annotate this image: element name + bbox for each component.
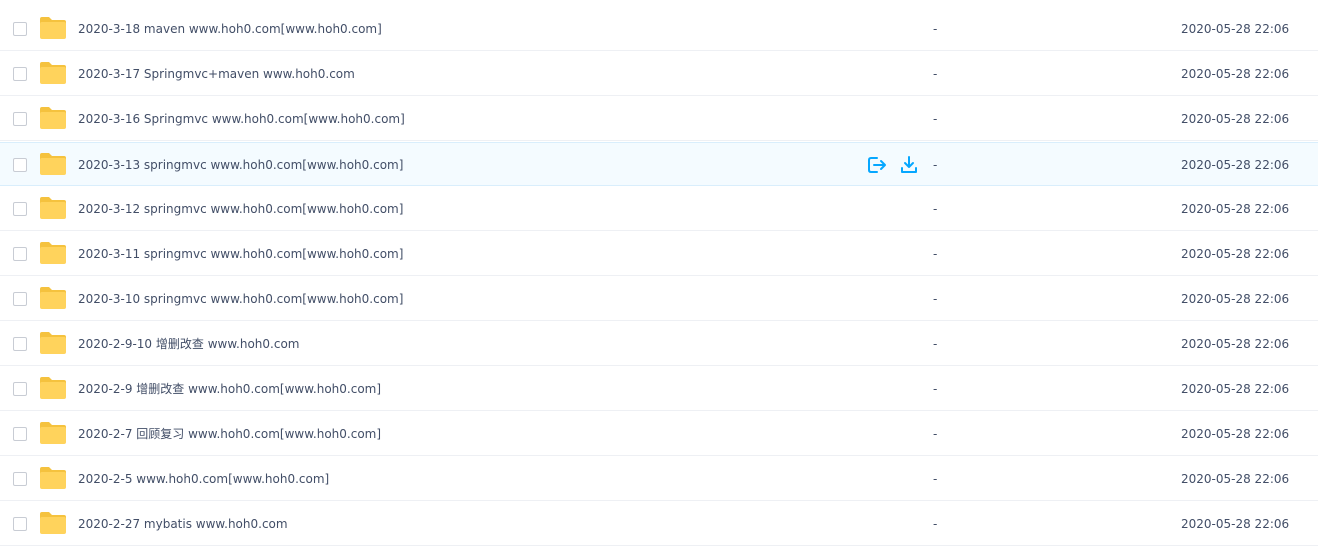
modified-date: 2020-05-28 22:06 — [1181, 292, 1290, 306]
modified-date: 2020-05-28 22:06 — [1181, 247, 1290, 261]
file-name[interactable]: 2020-2-9 增删改查 www.hoh0.com[www.hoh0.com] — [78, 367, 381, 411]
folder-icon — [40, 153, 66, 175]
row-checkbox[interactable] — [13, 202, 27, 216]
row-checkbox[interactable] — [13, 158, 27, 172]
file-size: - — [933, 472, 938, 486]
folder-icon — [40, 377, 66, 399]
file-name[interactable]: 2020-3-17 Springmvc+maven www.hoh0.com — [78, 52, 355, 96]
file-name[interactable]: 2020-3-11 springmvc www.hoh0.com[www.hoh… — [78, 232, 403, 276]
modified-date: 2020-05-28 22:06 — [1181, 202, 1290, 216]
row-checkbox[interactable] — [13, 427, 27, 441]
row-checkbox[interactable] — [13, 247, 27, 261]
file-row[interactable]: 2020-2-9-10 增删改查 www.hoh0.com - 2020-05-28… — [0, 322, 1318, 366]
file-row[interactable]: 2020-3-17 Springmvc+maven www.hoh0.com - 2… — [0, 52, 1318, 96]
modified-date: 2020-05-28 22:06 — [1181, 427, 1290, 441]
file-size: - — [933, 202, 938, 216]
modified-date: 2020-05-28 22:06 — [1181, 472, 1290, 486]
file-size: - — [933, 22, 938, 36]
file-row[interactable]: 2020-3-12 springmvc www.hoh0.com[www.hoh… — [0, 187, 1318, 231]
download-icon[interactable] — [898, 154, 920, 176]
modified-date: 2020-05-28 22:06 — [1181, 517, 1290, 531]
file-size: - — [933, 337, 938, 351]
file-size: - — [933, 292, 938, 306]
share-icon[interactable] — [866, 154, 888, 176]
folder-icon — [40, 62, 66, 84]
file-name[interactable]: 2020-3-18 maven www.hoh0.com[www.hoh0.co… — [78, 7, 382, 51]
file-size: - — [933, 158, 938, 172]
folder-icon — [40, 422, 66, 444]
file-row[interactable]: 2020-2-27 mybatis www.hoh0.com - 2020-05-2… — [0, 502, 1318, 546]
file-row[interactable]: 2020-3-13 springmvc www.hoh0.com[www.hoh… — [0, 142, 1318, 186]
modified-date: 2020-05-28 22:06 — [1181, 158, 1290, 172]
folder-icon — [40, 467, 66, 489]
folder-icon — [40, 17, 66, 39]
file-size: - — [933, 112, 938, 126]
file-name[interactable]: 2020-3-16 Springmvc www.hoh0.com[www.hoh… — [78, 97, 405, 141]
modified-date: 2020-05-28 22:06 — [1181, 22, 1290, 36]
file-row[interactable]: 2020-2-7 回顾复习 www.hoh0.com[www.hoh0.com]… — [0, 412, 1318, 456]
file-row[interactable]: 2020-3-16 Springmvc www.hoh0.com[www.hoh… — [0, 97, 1318, 141]
file-name[interactable]: 2020-3-12 springmvc www.hoh0.com[www.hoh… — [78, 187, 403, 231]
folder-icon — [40, 287, 66, 309]
modified-date: 2020-05-28 22:06 — [1181, 337, 1290, 351]
file-name[interactable]: 2020-3-13 springmvc www.hoh0.com[www.hoh… — [78, 143, 403, 187]
file-row[interactable]: 2020-3-10 springmvc www.hoh0.com[www.hoh… — [0, 277, 1318, 321]
file-name[interactable]: 2020-2-5 www.hoh0.com[www.hoh0.com] — [78, 457, 329, 501]
file-row[interactable]: 2020-2-5 www.hoh0.com[www.hoh0.com] - 2020… — [0, 457, 1318, 501]
row-actions — [866, 154, 920, 176]
folder-icon — [40, 197, 66, 219]
file-name[interactable]: 2020-2-9-10 增删改查 www.hoh0.com — [78, 322, 300, 366]
file-list: 2020-3-18 maven www.hoh0.com[www.hoh0.co… — [0, 0, 1318, 551]
file-row[interactable]: 2020-3-11 springmvc www.hoh0.com[www.hoh… — [0, 232, 1318, 276]
row-checkbox[interactable] — [13, 472, 27, 486]
file-size: - — [933, 517, 938, 531]
row-checkbox[interactable] — [13, 22, 27, 36]
file-name[interactable]: 2020-2-27 mybatis www.hoh0.com — [78, 502, 288, 546]
folder-icon — [40, 242, 66, 264]
folder-icon — [40, 107, 66, 129]
file-name[interactable]: 2020-3-10 springmvc www.hoh0.com[www.hoh… — [78, 277, 403, 321]
file-size: - — [933, 427, 938, 441]
file-name[interactable]: 2020-2-7 回顾复习 www.hoh0.com[www.hoh0.com] — [78, 412, 381, 456]
row-checkbox[interactable] — [13, 112, 27, 126]
row-checkbox[interactable] — [13, 382, 27, 396]
row-checkbox[interactable] — [13, 67, 27, 81]
row-checkbox[interactable] — [13, 292, 27, 306]
modified-date: 2020-05-28 22:06 — [1181, 67, 1290, 81]
folder-icon — [40, 512, 66, 534]
file-row[interactable]: 2020-3-18 maven www.hoh0.com[www.hoh0.co… — [0, 7, 1318, 51]
file-size: - — [933, 382, 938, 396]
folder-icon — [40, 332, 66, 354]
file-size: - — [933, 67, 938, 81]
modified-date: 2020-05-28 22:06 — [1181, 112, 1290, 126]
row-checkbox[interactable] — [13, 517, 27, 531]
file-row[interactable]: 2020-2-9 增删改查 www.hoh0.com[www.hoh0.com]… — [0, 367, 1318, 411]
row-checkbox[interactable] — [13, 337, 27, 351]
file-size: - — [933, 247, 938, 261]
modified-date: 2020-05-28 22:06 — [1181, 382, 1290, 396]
